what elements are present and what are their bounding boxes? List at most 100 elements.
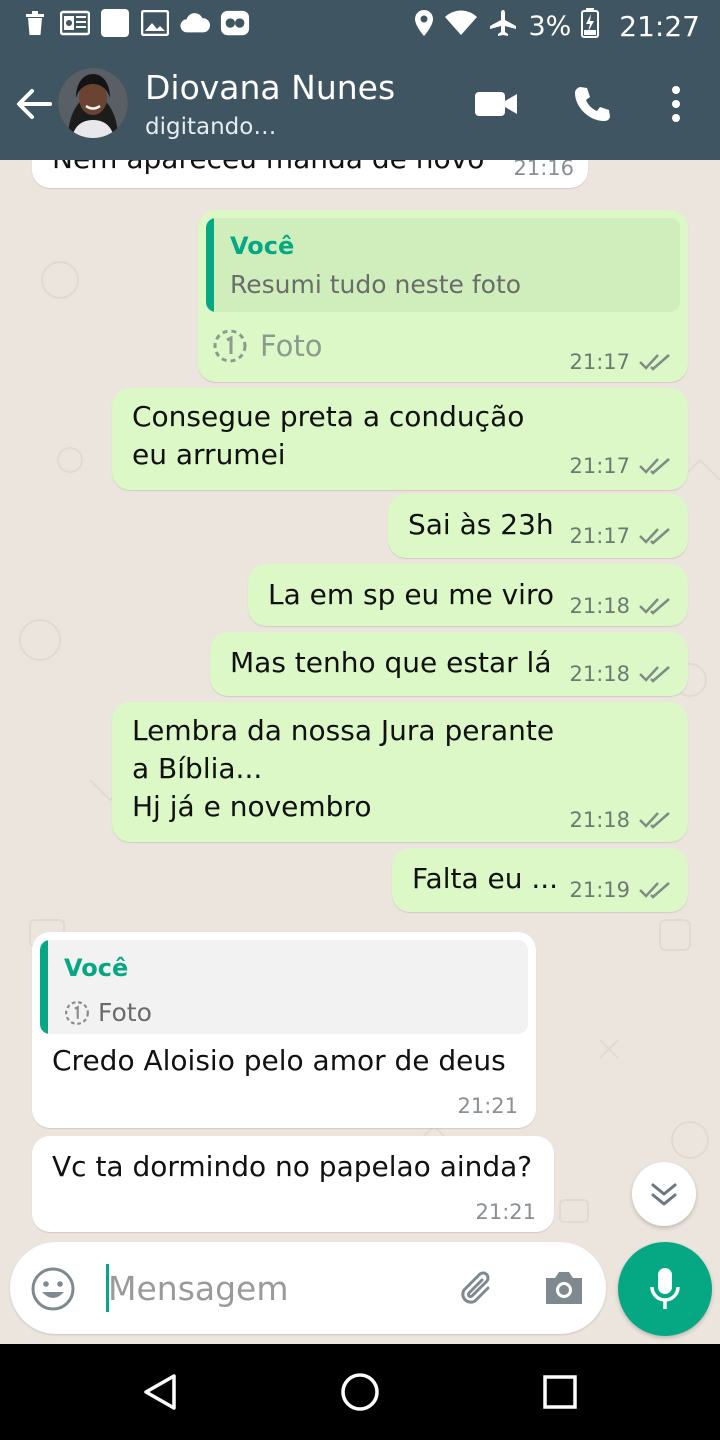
location-icon [414, 9, 434, 44]
blank-app-icon [100, 8, 130, 38]
message-meta: 21:21 [475, 1200, 536, 1224]
status-clock: 21:27 [619, 10, 700, 43]
nav-home-button[interactable] [340, 1372, 380, 1412]
back-button[interactable] [14, 84, 54, 124]
message-bubble[interactable]: Mas tenho que estar lá 21:18 [210, 632, 688, 696]
message-meta: 21:18 [569, 808, 672, 832]
message-meta: 21:18 [569, 594, 672, 618]
double-check-icon [639, 882, 670, 899]
video-call-button[interactable] [474, 86, 518, 122]
message-time: 21:18 [569, 594, 630, 618]
quote-accent-bar [206, 218, 214, 312]
message-text: Consegue preta a condução eu arrumei [132, 398, 524, 474]
contact-name[interactable]: Diovana Nunes [145, 68, 395, 107]
view-once-icon [213, 329, 247, 363]
quoted-message[interactable]: Você Foto [40, 940, 528, 1034]
message-bubble[interactable]: La em sp eu me viro 21:18 [248, 564, 688, 626]
voice-call-button[interactable] [572, 84, 612, 124]
double-check-icon [639, 528, 670, 545]
double-chevron-down-icon [651, 1183, 677, 1206]
message-time: 21:18 [569, 662, 630, 686]
battery-charging-icon [581, 8, 600, 45]
message-time: 21:21 [457, 1094, 518, 1118]
square-recents-icon [543, 1375, 577, 1409]
message-meta: 21:17 [569, 350, 672, 374]
airplane-icon [488, 8, 518, 45]
message-text: Sai às 23h [408, 508, 554, 541]
quote-author: Você [64, 954, 129, 982]
scroll-to-bottom-button[interactable] [632, 1162, 696, 1226]
message-time: 21:17 [569, 350, 630, 374]
message-bubble[interactable]: Você Foto Credo Aloisio pelo amor de deu… [32, 932, 536, 1128]
message-line: Lembra da nossa Jura perante [132, 714, 555, 747]
message-bubble[interactable]: Você Resumi tudo neste foto Foto 21:17 [198, 210, 688, 382]
wifi-icon [444, 10, 478, 43]
triangle-back-icon [144, 1374, 176, 1410]
double-check-icon [639, 812, 670, 829]
message-meta: 21:19 [569, 878, 672, 902]
message-text: Vc ta dormindo no papelao ainda? [52, 1150, 533, 1183]
battery-percent: 3% [528, 11, 572, 42]
paperclip-icon [461, 1271, 490, 1304]
message-time: 21:17 [569, 454, 630, 478]
quote-author: Você [230, 232, 295, 260]
emoji-button[interactable] [30, 1266, 76, 1312]
attach-button[interactable] [454, 1266, 500, 1312]
message-bubble[interactable]: Vc ta dormindo no papelao ainda? 21:21 [32, 1136, 554, 1232]
nav-back-button[interactable] [140, 1372, 180, 1412]
message-time: 21:16 [513, 160, 574, 180]
chat-header: Diovana Nunes digitando… [0, 50, 720, 160]
message-line: eu arrumei [132, 438, 286, 471]
quoted-message[interactable]: Você Resumi tudo neste foto [206, 218, 680, 312]
message-bubble[interactable]: Lembra da nossa Jura perante a Bíblia...… [112, 702, 688, 842]
voice-message-button[interactable] [618, 1242, 712, 1336]
message-bubble[interactable]: Consegue preta a condução eu arrumei 21:… [112, 388, 688, 490]
message-time: 21:18 [569, 808, 630, 832]
message-text: Falta eu ... [412, 862, 559, 895]
photo-label: Foto [260, 329, 323, 363]
contact-avatar[interactable] [58, 68, 128, 138]
message-text: Nem apareceu manda de novo [52, 160, 484, 178]
double-check-icon [639, 458, 670, 475]
message-meta: 21:17 [569, 524, 672, 548]
video-camera-icon [475, 92, 517, 116]
nav-recents-button[interactable] [542, 1374, 578, 1410]
message-bubble[interactable]: Nem apareceu manda de novo 21:16 [32, 160, 588, 188]
microphone-icon [650, 1268, 680, 1309]
view-once-icon [65, 1000, 89, 1025]
message-text: La em sp eu me viro [268, 578, 554, 611]
message-text: Mas tenho que estar lá [230, 646, 552, 679]
message-bubble[interactable]: Sai às 23h 21:17 [388, 494, 688, 558]
message-input[interactable] [108, 1260, 448, 1316]
camera-button[interactable] [542, 1268, 586, 1308]
contact-typing-status: digitando… [145, 114, 277, 140]
quote-text-value: Resumi tudo neste foto [230, 270, 522, 299]
message-text: Credo Aloisio pelo amor de deus [52, 1044, 506, 1077]
cloud-icon [180, 8, 210, 38]
message-line: a Bíblia... [132, 752, 263, 785]
trash-icon [20, 8, 50, 38]
photo-pending-row[interactable]: Foto [212, 328, 323, 364]
circle-home-icon [341, 1373, 379, 1411]
status-notification-icons [20, 8, 250, 38]
game-icon [220, 8, 250, 38]
message-list[interactable]: Nem apareceu manda de novo 21:16 Você Re… [0, 160, 720, 1344]
message-meta: 21:18 [569, 662, 672, 686]
camera-icon [546, 1272, 582, 1304]
more-vert-icon [672, 86, 680, 122]
gallery-icon [140, 8, 170, 38]
message-meta: 21:21 [457, 1094, 518, 1118]
status-bar: 3% 21:27 [0, 0, 720, 50]
message-line: Consegue preta a condução [132, 400, 525, 433]
message-meta: 21:16 [513, 160, 574, 180]
double-check-icon [639, 598, 670, 615]
message-line: Hj já e novembro [132, 790, 372, 823]
quote-text: Resumi tudo neste foto [230, 270, 521, 299]
message-text: Lembra da nossa Jura perante a Bíblia...… [132, 712, 554, 826]
more-options-button[interactable] [662, 84, 690, 124]
message-bubble[interactable]: Falta eu ... 21:19 [392, 848, 688, 912]
message-composer [10, 1242, 606, 1334]
emoji-icon [31, 1267, 75, 1311]
double-check-icon [639, 354, 670, 371]
quote-accent-bar [40, 940, 48, 1034]
